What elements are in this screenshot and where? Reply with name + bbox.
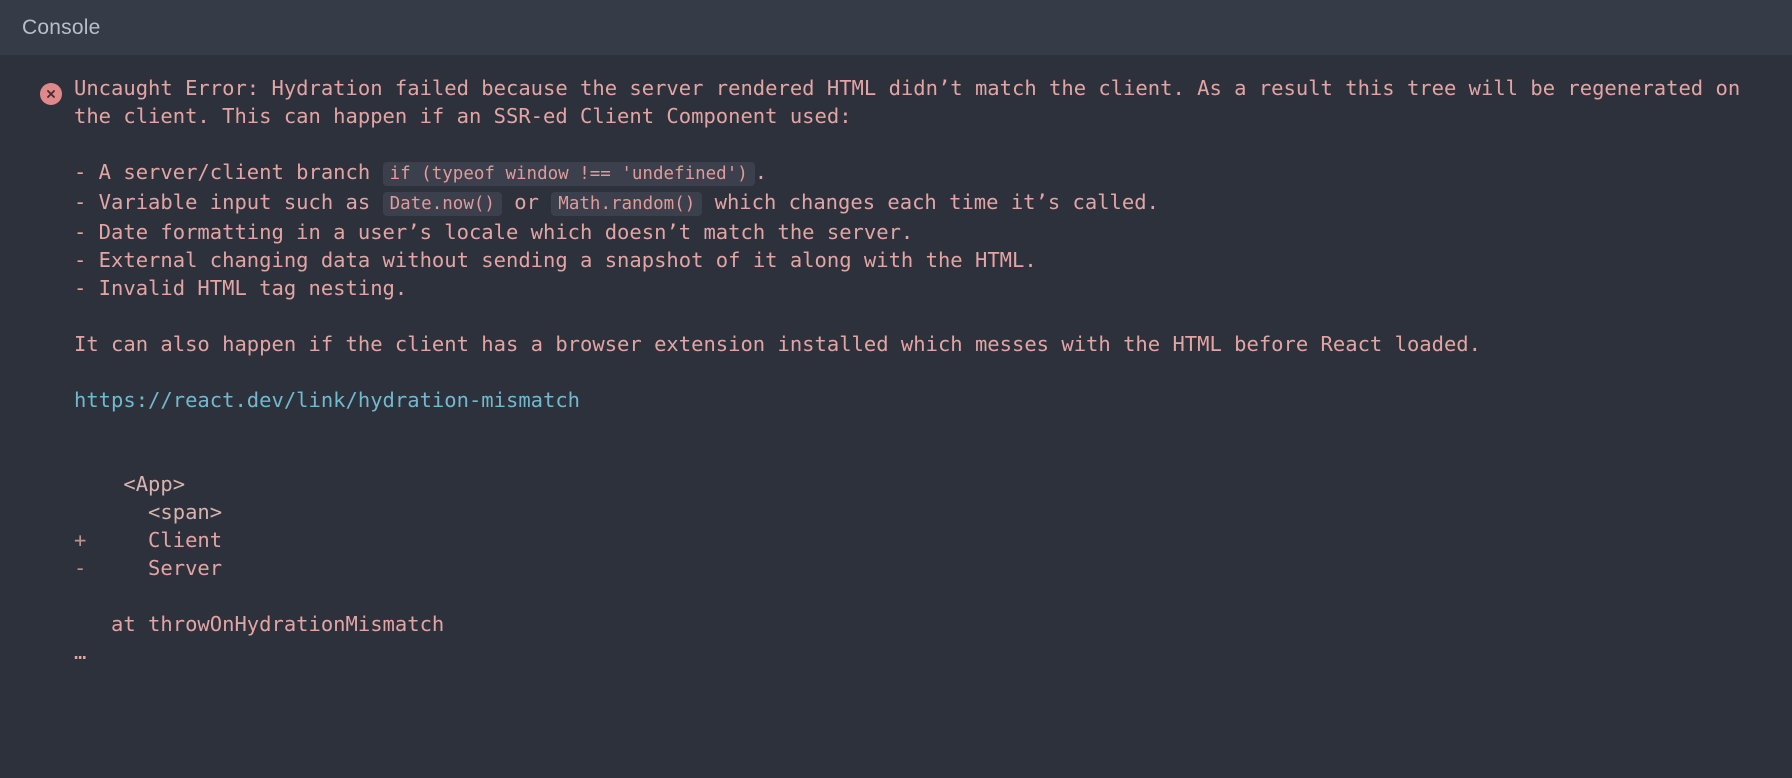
cause-text: External changing data without sending a… xyxy=(86,248,1037,272)
error-cause-item: - Invalid HTML tag nesting. xyxy=(74,274,1772,302)
diff-content: <App> xyxy=(86,472,186,496)
diff-content: <span> xyxy=(86,500,223,524)
cause-text: or xyxy=(501,190,552,214)
inline-code-snippet: if (typeof window !== 'undefined') xyxy=(382,162,755,186)
cause-text: which changes each time it’s called. xyxy=(702,190,1159,214)
diff-sign: - xyxy=(74,556,87,580)
cause-bullet: - xyxy=(74,190,87,214)
cause-bullet: - xyxy=(74,248,87,272)
console-output-area[interactable]: Uncaught Error: Hydration failed because… xyxy=(0,56,1792,778)
component-diff-block: <App> <span> + Client - Server xyxy=(74,470,1772,582)
inline-code-snippet: Date.now() xyxy=(382,192,502,216)
stack-frame[interactable]: at throwOnHydrationMismatch xyxy=(74,610,1772,638)
cause-text: A server/client branch xyxy=(86,160,383,184)
console-header-bar: Console xyxy=(0,0,1792,56)
cause-text: . xyxy=(754,160,768,184)
error-cause-item: - Variable input such as Date.now() or M… xyxy=(74,188,1772,218)
diff-line: - Server xyxy=(74,554,1772,582)
cause-text: Variable input such as xyxy=(86,190,383,214)
cause-bullet: - xyxy=(74,276,87,300)
error-message-paragraph-1: Uncaught Error: Hydration failed because… xyxy=(74,76,1753,128)
diff-line: <App> xyxy=(74,470,1772,498)
console-panel: Console Uncaught Error: Hydration failed… xyxy=(0,0,1792,778)
diff-sign xyxy=(74,500,86,524)
hydration-mismatch-doc-link[interactable]: https://react.dev/link/hydration-mismatc… xyxy=(74,388,580,412)
inline-code-snippet: Math.random() xyxy=(551,192,703,216)
console-title: Console xyxy=(22,15,101,39)
diff-content: Client xyxy=(86,528,223,552)
error-message-paragraph-2: It can also happen if the client has a b… xyxy=(74,332,1481,356)
error-cause-item: - A server/client branch if (typeof wind… xyxy=(74,158,1772,188)
error-cause-item: - Date formatting in a user’s locale whi… xyxy=(74,218,1772,246)
diff-content: Server xyxy=(86,556,223,580)
stack-ellipsis[interactable]: … xyxy=(74,638,1772,666)
error-circle-x-icon xyxy=(40,83,62,105)
cause-bullet: - xyxy=(74,160,87,184)
error-cause-list: - A server/client branch if (typeof wind… xyxy=(74,158,1772,302)
cause-text: Date formatting in a user’s locale which… xyxy=(86,220,914,244)
console-error-entry: Uncaught Error: Hydration failed because… xyxy=(0,74,1792,666)
stack-trace-block: at throwOnHydrationMismatch … xyxy=(74,610,1772,666)
cause-bullet: - xyxy=(74,220,87,244)
cause-text: Invalid HTML tag nesting. xyxy=(86,276,408,300)
diff-line: <span> xyxy=(74,498,1772,526)
diff-sign xyxy=(74,472,86,496)
diff-line: + Client xyxy=(74,526,1772,554)
error-cause-item: - External changing data without sending… xyxy=(74,246,1772,274)
diff-sign: + xyxy=(74,528,87,552)
